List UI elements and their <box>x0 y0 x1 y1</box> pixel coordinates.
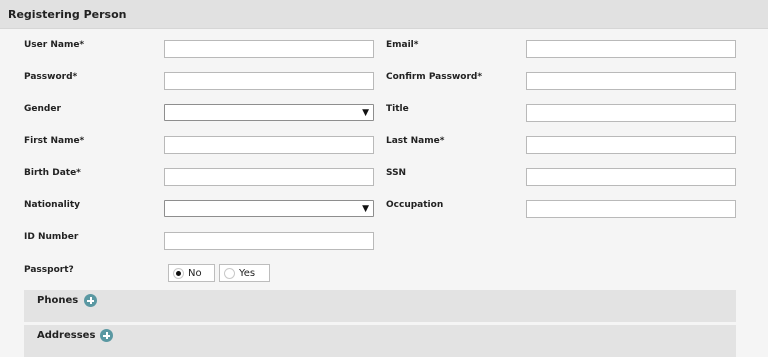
plus-icon[interactable] <box>84 294 97 307</box>
first-name-input[interactable] <box>164 136 374 154</box>
ssn-input[interactable] <box>526 168 736 186</box>
title-label: Title <box>386 104 409 114</box>
passport-no-label: No <box>188 267 202 279</box>
panel-header: Registering Person <box>0 0 768 29</box>
email-label: Email* <box>386 40 419 50</box>
passport-label: Passport? <box>24 265 74 275</box>
radio-checked-icon <box>173 267 184 279</box>
gender-label: Gender <box>24 104 61 114</box>
id-number-label: ID Number <box>24 232 79 242</box>
last-name-label: Last Name* <box>386 136 445 146</box>
nationality-select[interactable]: ▼ <box>164 200 374 217</box>
gender-select[interactable]: ▼ <box>164 104 374 121</box>
first-name-label: First Name* <box>24 136 85 146</box>
addresses-title: Addresses <box>37 330 96 341</box>
radio-unchecked-icon <box>224 267 235 279</box>
confirm-password-input[interactable] <box>526 72 736 90</box>
passport-no-option[interactable]: No <box>168 264 215 282</box>
ssn-label: SSN <box>386 168 407 178</box>
passport-yes-option[interactable]: Yes <box>219 264 270 282</box>
email-input[interactable] <box>526 40 736 58</box>
user-name-input[interactable] <box>164 40 374 58</box>
user-name-label: User Name* <box>24 40 85 50</box>
id-number-input[interactable] <box>164 232 374 250</box>
birth-date-label: Birth Date* <box>24 168 81 178</box>
last-name-input[interactable] <box>526 136 736 154</box>
occupation-label: Occupation <box>386 200 444 210</box>
password-label: Password* <box>24 72 78 82</box>
phones-title: Phones <box>37 295 79 306</box>
nationality-label: Nationality <box>24 200 80 210</box>
addresses-section: Addresses <box>24 325 736 357</box>
passport-yes-label: Yes <box>239 267 256 279</box>
occupation-input[interactable] <box>526 200 736 218</box>
birth-date-input[interactable] <box>164 168 374 186</box>
phones-section: Phones <box>24 290 736 322</box>
panel-title: Registering Person <box>8 8 127 21</box>
title-input[interactable] <box>526 104 736 122</box>
confirm-password-label: Confirm Password* <box>386 72 483 82</box>
chevron-down-icon: ▼ <box>362 204 369 214</box>
plus-icon[interactable] <box>100 329 113 342</box>
chevron-down-icon: ▼ <box>362 108 369 118</box>
password-input[interactable] <box>164 72 374 90</box>
